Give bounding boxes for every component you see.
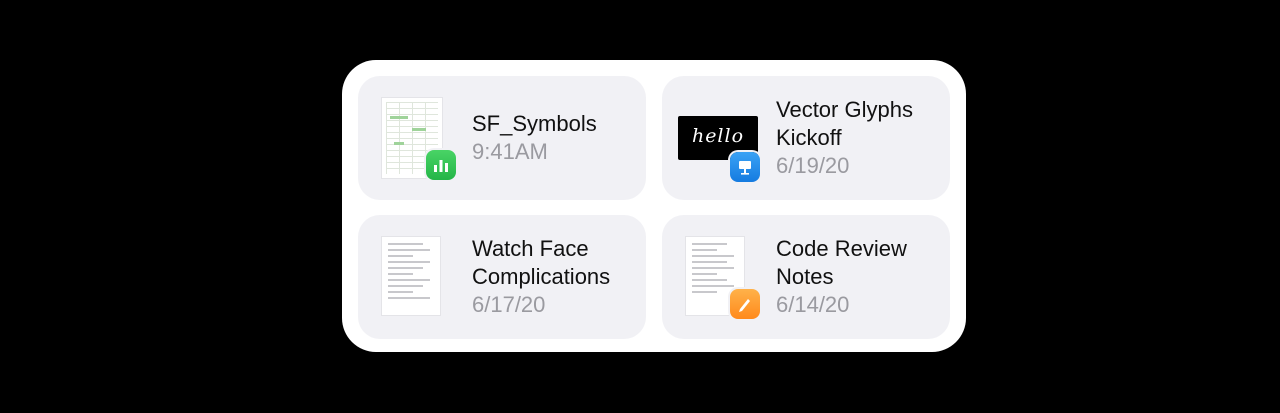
- document-thumbnail: [382, 237, 442, 317]
- document-title-line-2: Complications: [472, 264, 611, 289]
- document-title: Watch Face: [472, 236, 589, 261]
- document-tile-sf-symbols[interactable]: SF_Symbols 9:41AM: [358, 76, 646, 200]
- document-date: 6/19/20: [776, 153, 850, 178]
- recent-documents-widget: SF_Symbols 9:41AM Vector Glyphs Kickoff …: [342, 60, 966, 352]
- keynote-app-icon: [730, 152, 760, 182]
- text-document-preview: [382, 237, 440, 315]
- document-tile-code-review-notes[interactable]: Code Review Notes 6/14/20: [662, 215, 950, 339]
- numbers-app-icon: [426, 150, 456, 180]
- pages-app-icon: [730, 289, 760, 319]
- document-title: SF_Symbols: [472, 111, 597, 136]
- document-tile-watch-face-complications[interactable]: Watch Face Complications 6/17/20: [358, 215, 646, 339]
- document-date: 6/17/20: [472, 292, 546, 317]
- document-date: 9:41AM: [472, 139, 548, 164]
- document-thumbnail: [686, 237, 760, 319]
- document-title-line-2: Kickoff: [776, 125, 842, 150]
- slide-text: hello: [691, 125, 745, 147]
- document-title-line-2: Notes: [776, 264, 834, 289]
- document-date: 6/14/20: [776, 292, 850, 317]
- document-thumbnail: [382, 98, 456, 180]
- document-title: Code Review: [776, 236, 907, 261]
- document-title: Vector Glyphs: [776, 97, 913, 122]
